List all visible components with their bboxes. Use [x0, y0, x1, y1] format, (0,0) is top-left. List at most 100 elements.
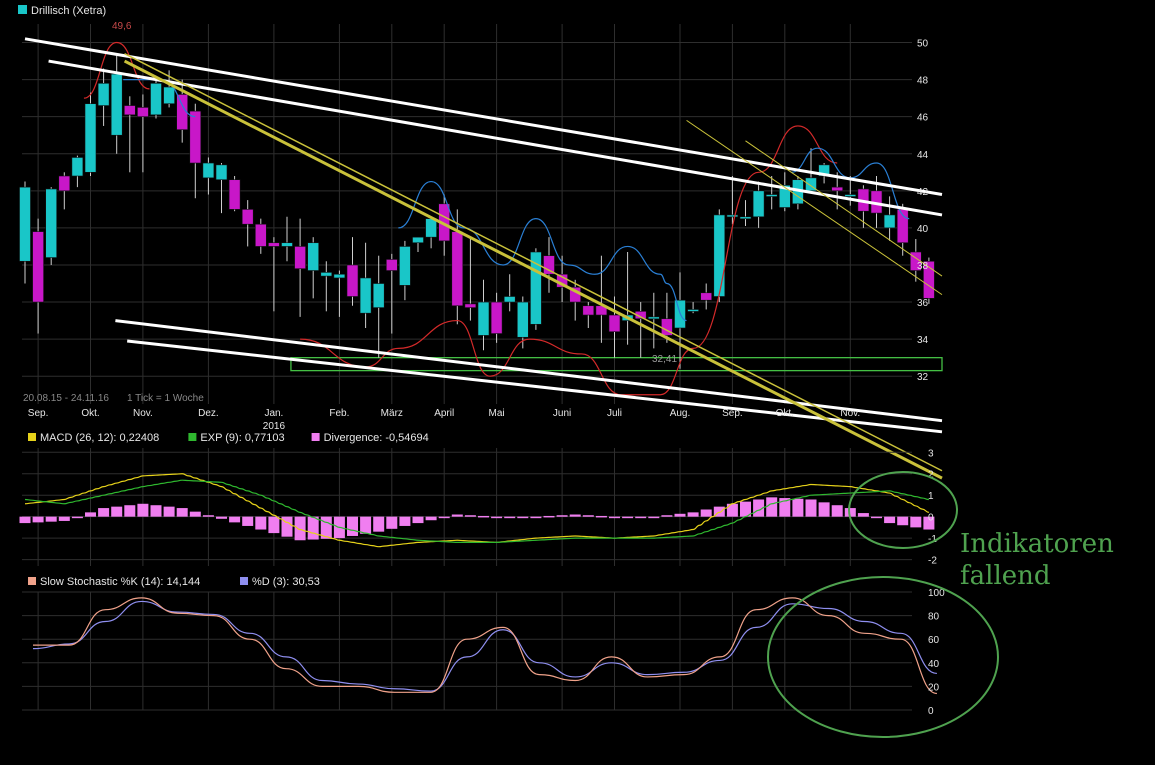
candle-body: [333, 273, 346, 279]
candle-body: [503, 296, 516, 303]
stoch-legend-swatch: [240, 577, 248, 585]
macd-legend-swatch: [28, 433, 36, 441]
divergence-bar: [242, 516, 254, 526]
date-tick-label: Nov.: [133, 408, 153, 419]
date-tick-label: Juni: [553, 408, 571, 419]
candle-body: [700, 292, 713, 301]
date-tick-label: Okt.: [776, 408, 794, 419]
stochastic-axis: 0 20 40 60 80 100: [928, 588, 945, 717]
divergence-bar: [294, 516, 306, 541]
candle-body: [110, 73, 123, 136]
candle-body: [202, 162, 215, 179]
date-tick-label: Mai: [489, 408, 505, 419]
divergence-bar: [464, 515, 476, 517]
divergence-bar: [661, 515, 673, 517]
date-tick-label: Jan.: [264, 408, 283, 419]
chart-canvas: 32 34 36 38 40 42 44 46 48 50 Sep. Okt. Nov. Dez. Jan…: [18, 5, 1114, 738]
stoch-d-line: [32, 600, 937, 692]
divergence-bar: [137, 503, 149, 517]
candle-body: [713, 214, 726, 297]
divergence-bar: [45, 516, 57, 522]
divergence-bar: [438, 516, 450, 519]
divergence-bar: [700, 509, 712, 517]
divergence-bar: [595, 515, 607, 518]
date-tick-label: Juli: [607, 408, 622, 419]
stochastic-legend: Slow Stochastic %K (14): 14,144 %D (3): 3…: [28, 576, 320, 588]
divergence-bar: [189, 511, 201, 517]
divergence-bar: [451, 514, 463, 517]
divergence-bars: [19, 497, 935, 541]
stochastic-lines: [32, 597, 938, 695]
divergence-bar: [176, 508, 188, 517]
macd-tick-label: -2: [928, 556, 937, 567]
macd-legend: MACD (26, 12): 0,22408 EXP (9): 0,77103 Di…: [28, 432, 429, 444]
macd-legend-label: EXP (9): 0,77103: [200, 432, 284, 444]
candle-body: [294, 246, 306, 269]
divergence-bar: [399, 516, 411, 526]
divergence-bar: [622, 516, 634, 519]
price-tick-label: 50: [917, 39, 929, 50]
divergence-bar: [85, 512, 96, 517]
macd-tick-label: 1: [928, 491, 934, 502]
stoch-tick-label: 80: [928, 612, 940, 623]
divergence-bar: [425, 516, 437, 521]
annotation-line-1: Indikatoren: [960, 529, 1114, 559]
candle-body: [739, 216, 752, 220]
divergence-bar: [412, 516, 424, 524]
candle-body: [45, 188, 58, 258]
divergence-bar: [150, 505, 162, 517]
date-tick-label: Nov.: [840, 408, 860, 419]
divergence-bar: [491, 516, 503, 519]
stoch-tick-label: 100: [928, 588, 945, 599]
divergence-bar: [792, 498, 804, 517]
candle-body: [189, 110, 202, 164]
candle-body: [582, 305, 595, 316]
divergence-bar: [373, 516, 385, 532]
candle-body: [412, 236, 424, 244]
candle-body: [883, 214, 896, 229]
divergence-bar: [111, 506, 123, 517]
divergence-bar: [687, 512, 699, 517]
date-tick-label: Sep.: [28, 408, 49, 419]
divergence-bar: [805, 499, 817, 517]
divergence-bar: [163, 506, 175, 517]
candle-body: [71, 157, 84, 177]
candle-body: [346, 264, 359, 297]
date-tick-label: Aug.: [670, 408, 691, 419]
candle-body: [477, 301, 490, 336]
candle-body: [752, 190, 765, 218]
candle-body: [490, 301, 503, 334]
price-tick-label: 40: [917, 224, 929, 235]
divergence-bar: [884, 516, 896, 524]
candle-body: [84, 103, 97, 173]
macd-legend-label: Divergence: -0,54694: [324, 432, 429, 444]
divergence-bar: [818, 502, 830, 517]
divergence-bar: [360, 516, 372, 534]
price-tick-label: 38: [917, 261, 929, 272]
trendline-white: [127, 339, 943, 434]
macd-annotation-ellipse: [848, 471, 958, 549]
divergence-bar: [216, 516, 227, 519]
macd-legend-swatch: [311, 433, 320, 441]
stoch-k-line: [33, 597, 938, 695]
candle-body: [32, 231, 44, 303]
divergence-bar: [32, 516, 44, 523]
divergence-bar: [569, 514, 581, 517]
candle-body: [215, 164, 228, 181]
divergence-bar: [98, 508, 110, 517]
stoch-tick-label: 20: [928, 682, 940, 693]
price-tick-label: 42: [917, 187, 929, 198]
divergence-bar: [635, 516, 647, 519]
year-label: 2016: [263, 421, 286, 432]
date-tick-label: Feb.: [329, 408, 349, 419]
candle-body: [19, 186, 31, 262]
trendlines: [24, 37, 943, 480]
divergence-bar: [307, 516, 319, 540]
divergence-bar: [871, 516, 882, 519]
date-tick-label: Sep.: [722, 408, 743, 419]
stoch-tick-label: 60: [928, 635, 940, 646]
date-tick-label: Okt.: [81, 408, 99, 419]
candle-body: [831, 186, 844, 192]
cycle-blue: [398, 180, 687, 322]
macd-legend-swatch: [188, 433, 197, 441]
